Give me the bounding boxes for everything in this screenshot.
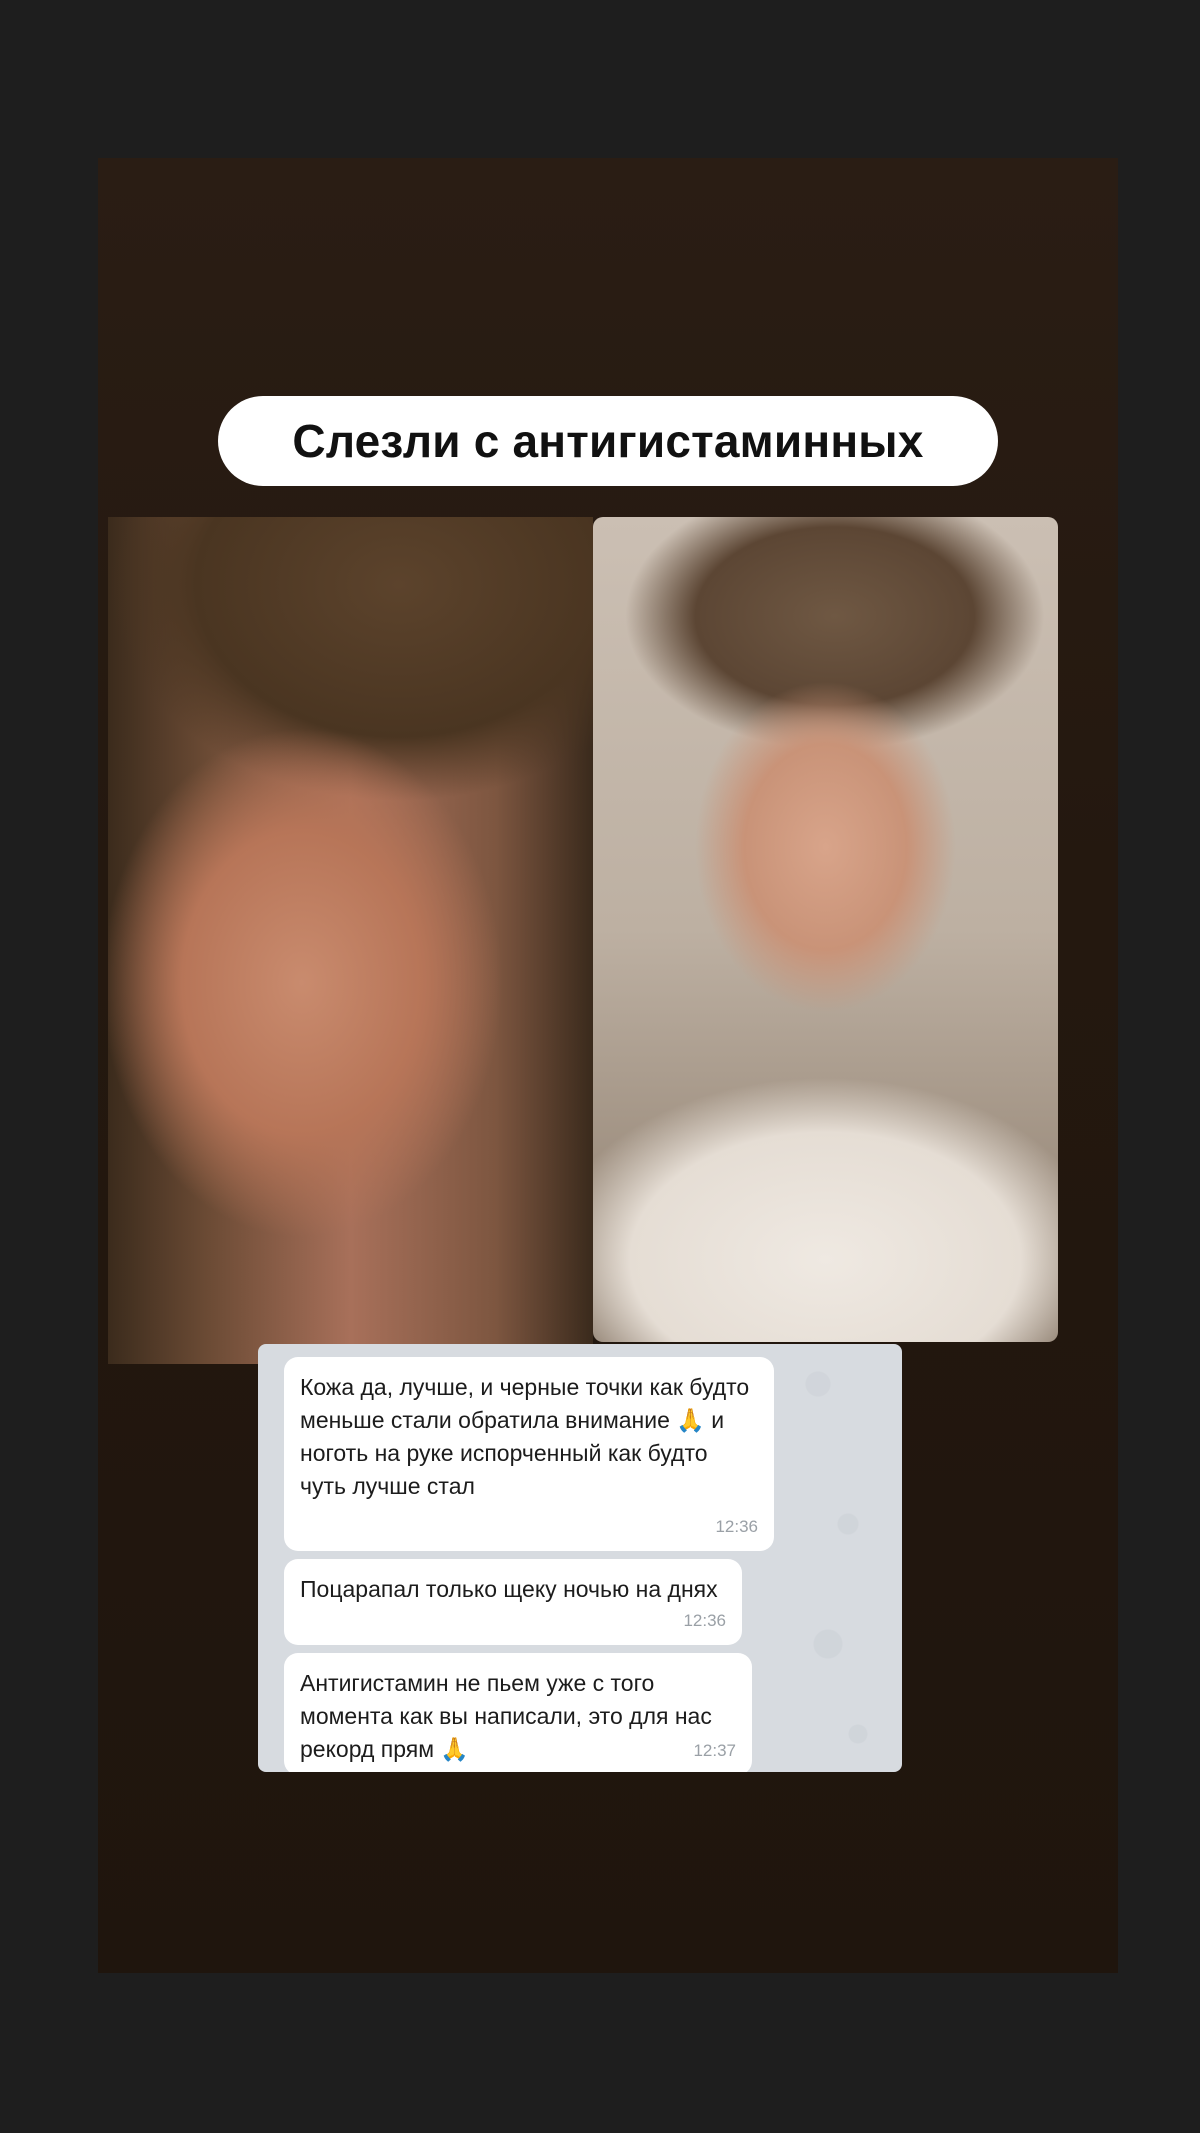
chat-message: Поцарапал только щеку ночью на днях 12:3…	[284, 1559, 742, 1645]
chat-message-text: Антигистамин не пьем уже с того момента …	[300, 1670, 712, 1762]
chat-screenshot: Кожа да, лучше, и черные точки как будто…	[258, 1344, 902, 1772]
title-pill: Слезли с антигистаминных	[218, 396, 998, 486]
story-title: Слезли с антигистаминных	[292, 415, 924, 467]
chat-message: Антигистамин не пьем уже с того момента …	[284, 1653, 752, 1772]
chat-message-time: 12:36	[715, 1517, 758, 1536]
chat-message-text: Кожа да, лучше, и черные точки как будто…	[300, 1374, 750, 1499]
chat-message-time: 12:36	[683, 1611, 726, 1630]
chat-message: Кожа да, лучше, и черные точки как будто…	[284, 1357, 774, 1551]
before-photo	[108, 517, 593, 1364]
chat-message-text: Поцарапал только щеку ночью на днях	[300, 1576, 718, 1602]
after-photo	[593, 517, 1058, 1342]
chat-message-time: 12:37	[693, 1741, 736, 1760]
